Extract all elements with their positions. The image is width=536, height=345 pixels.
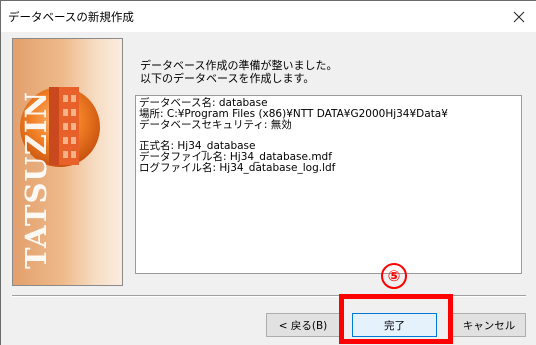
wizard-banner: TATSUZIN [12, 38, 123, 286]
dialog-title: データベースの新規作成 [8, 10, 134, 24]
banner-logo: TATSUZIN [13, 91, 73, 279]
step-number-badge: ⑤ [381, 263, 407, 289]
highlight-box [339, 294, 453, 344]
banner-logo-text: TATSUZIN [19, 91, 53, 269]
summary-textbox[interactable]: データベース名: database 場所: C:¥Program Files (… [135, 95, 522, 274]
summary-security: データベースセキュリティ: 無効 [139, 119, 292, 131]
intro-line-1: データベース作成の準備が整いました。 [140, 59, 338, 72]
close-icon [513, 11, 525, 22]
cancel-button[interactable]: キャンセル [452, 313, 526, 337]
close-button[interactable] [502, 1, 536, 32]
back-button[interactable]: < 戻る(B) [266, 313, 340, 337]
intro-text: データベース作成の準備が整いました。 以下のデータベースを作成します。 [140, 59, 337, 85]
summary-log-file: ログファイル名: Hj34_database_log.ldf [139, 162, 336, 174]
intro-line-2: 以下のデータベースを作成します。 [140, 72, 315, 85]
wizard-dialog: データベースの新規作成 TATSUZIN データベース作成の準備が整いました。 … [0, 0, 536, 345]
title-bar: データベースの新規作成 [1, 1, 536, 32]
